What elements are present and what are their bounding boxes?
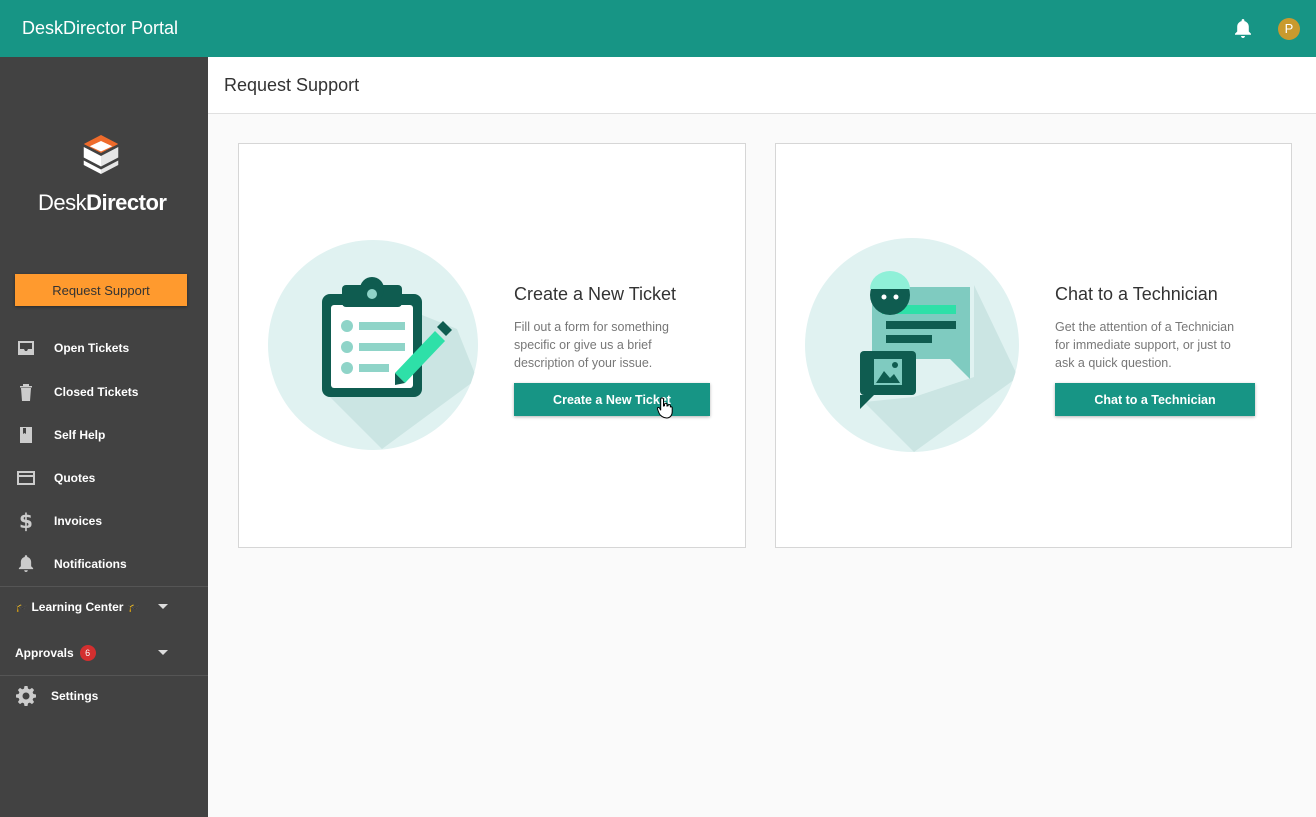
sidebar-item-learning-center[interactable]: 🎓 Learning Center 🎓 [0, 589, 208, 625]
book-icon [16, 425, 36, 445]
sidebar-item-label: Learning Center [31, 600, 124, 614]
sidebar-item-quotes[interactable]: Quotes [0, 459, 208, 497]
bell-icon [16, 554, 36, 574]
card-title: Create a New Ticket [514, 284, 677, 304]
sidebar-item-settings[interactable]: Settings [0, 677, 208, 715]
sidebar-item-label: Invoices [54, 514, 103, 528]
inbox-icon [16, 338, 36, 358]
sidebar-item-approvals[interactable]: Approvals 6 [0, 635, 208, 671]
gear-icon [16, 686, 36, 706]
logo-text-light: Desk [38, 190, 87, 215]
graduation-cap-icon: 🎓 [127, 601, 140, 613]
app-title: DeskDirector Portal [22, 18, 179, 38]
chat-illustration-icon [805, 238, 1019, 452]
page-title: Request Support [224, 74, 360, 95]
sidebar-item-invoices[interactable]: $ Invoices [0, 502, 208, 540]
hand-cursor-icon [657, 397, 673, 419]
credit-card-icon [16, 468, 36, 488]
sidebar-item-label: Notifications [54, 557, 127, 571]
chat-technician-card[interactable]: Chat to a Technician Get the attention o… [775, 143, 1292, 548]
trash-icon [16, 382, 36, 402]
card-description: Fill out a form for something specific o… [514, 320, 669, 370]
top-actions: P [1232, 17, 1300, 40]
sidebar-item-label: Approvals [15, 646, 74, 660]
chevron-down-icon [158, 604, 168, 609]
sidebar-item-notifications[interactable]: Notifications [0, 545, 208, 583]
sidebar: DeskDirector Request Support Open Ticket… [0, 57, 208, 817]
page-header: Request Support [208, 57, 1316, 114]
card-description: Get the attention of a Technician for im… [1055, 320, 1235, 370]
sidebar-item-label: Open Tickets [54, 341, 130, 355]
sidebar-divider [0, 675, 208, 676]
clipboard-illustration-icon [268, 240, 478, 450]
sidebar-item-self-help[interactable]: Self Help [0, 416, 208, 454]
sidebar-item-closed-tickets[interactable]: Closed Tickets [0, 373, 208, 411]
sidebar-item-open-tickets[interactable]: Open Tickets [0, 329, 208, 367]
chat-to-technician-button[interactable]: Chat to a Technician [1055, 383, 1255, 416]
approvals-count-badge: 6 [79, 645, 96, 661]
chevron-down-icon [158, 650, 168, 655]
create-ticket-card[interactable]: Create a New Ticket Fill out a form for … [238, 143, 746, 548]
card-title: Chat to a Technician [1055, 284, 1218, 304]
request-support-button[interactable]: Request Support [15, 274, 187, 306]
sidebar-item-label: Closed Tickets [54, 385, 139, 399]
logo-text-bold: Director [86, 190, 167, 215]
create-new-ticket-button[interactable]: Create a New Ticket [514, 383, 710, 416]
user-avatar[interactable]: P [1278, 17, 1300, 40]
sidebar-item-label: Self Help [54, 428, 106, 442]
sidebar-divider [0, 586, 208, 587]
top-app-bar: DeskDirector Portal P [0, 0, 1316, 57]
sidebar-item-label: Quotes [54, 471, 96, 485]
logo-text: DeskDirector [38, 190, 167, 216]
sidebar-item-label: Settings [51, 689, 99, 703]
graduation-cap-icon: 🎓 [15, 601, 28, 613]
notifications-bell-icon[interactable] [1232, 18, 1254, 40]
deskdirector-logo-icon [83, 135, 119, 174]
dollar-icon: $ [19, 509, 33, 533]
